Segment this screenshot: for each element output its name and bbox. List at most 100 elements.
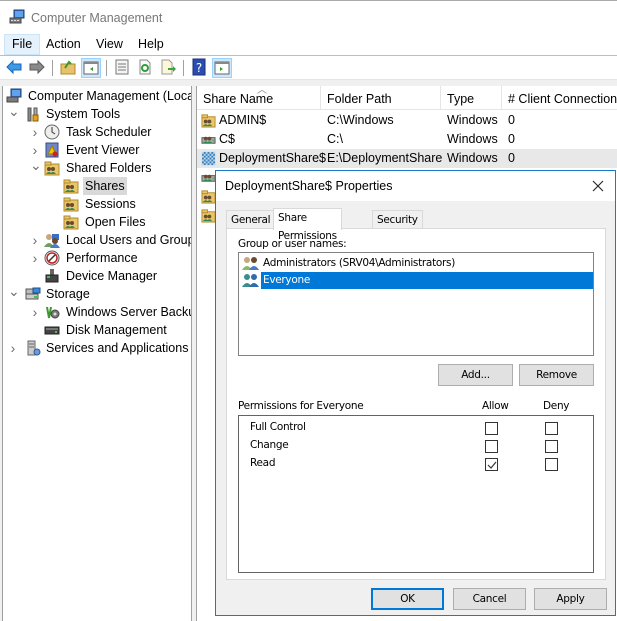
deny-checkbox[interactable] [545, 458, 558, 471]
tree-item-label: Local Users and Groups [66, 233, 192, 247]
chevron-right-icon[interactable]: › [30, 303, 40, 321]
table-row[interactable]: C$ C:\ Windows 0 [197, 130, 617, 149]
properties-icon [115, 59, 129, 75]
tree-item[interactable]: › Performance [3, 249, 191, 267]
users-group-icon [242, 274, 259, 287]
column-header-folder-path[interactable]: Folder Path [321, 86, 441, 110]
chevron-right-icon[interactable]: › [30, 123, 40, 141]
toolbar-separator [106, 60, 107, 76]
allow-checkbox[interactable] [485, 422, 498, 435]
tree-item-label: System Tools [46, 107, 121, 121]
chevron-right-icon[interactable]: › [30, 231, 40, 249]
chevron-right-icon[interactable]: › [8, 339, 18, 357]
tree-item[interactable]: › Windows Server Backup [3, 303, 192, 321]
help-icon: ? [192, 58, 206, 76]
tree-item-label: Windows Server Backup [66, 305, 192, 319]
device-manager-icon [45, 269, 59, 283]
checkmark-icon [487, 461, 497, 469]
tree-item[interactable]: › Local Users and Groups [3, 231, 192, 249]
deny-checkbox[interactable] [545, 440, 558, 453]
table-row[interactable]: ADMIN$ C:\Windows Windows 0 [197, 111, 617, 130]
users-listbox[interactable]: Administrators (SRV04\Administrators) Ev… [238, 252, 594, 356]
dialog-close-button[interactable] [587, 175, 609, 197]
export-list-button[interactable] [159, 58, 179, 78]
chevron-down-icon[interactable]: ⌄ [8, 104, 20, 123]
computer-management-icon [9, 9, 25, 24]
computer-management-icon [6, 88, 22, 103]
window-title: Computer Management [31, 11, 163, 25]
tree-item-label: Sessions [85, 197, 136, 211]
tree-item[interactable]: › Services and Applications [3, 339, 191, 357]
deny-checkbox[interactable] [545, 422, 558, 435]
list-header: ︿ Share Name Folder Path Type # Client C… [197, 86, 617, 110]
tree-item[interactable]: Device Manager [3, 267, 191, 285]
tree-item[interactable]: Open Files [3, 213, 191, 231]
chevron-down-icon[interactable]: ⌄ [8, 284, 20, 303]
tools-icon [27, 107, 39, 122]
backup-icon [46, 306, 60, 319]
console-tree[interactable]: Computer Management (Local ⌄ System Tools ›… [3, 86, 192, 621]
dialog-title-bar[interactable]: DeploymentShare$ Properties [216, 171, 615, 201]
toolbar-separator [183, 60, 184, 76]
tree-item-label: Open Files [85, 215, 146, 229]
allow-checkbox[interactable] [485, 458, 498, 471]
menu-bar: File Action View Help [0, 34, 617, 56]
column-header-client-connections[interactable]: # Client Connections [502, 86, 617, 110]
tree-item-label: Event Viewer [66, 143, 140, 157]
cell-path: E:\DeploymentShare [327, 151, 443, 165]
forward-button[interactable] [28, 58, 48, 78]
tab-security[interactable]: Security [372, 210, 423, 229]
cell-type: Windows [447, 151, 498, 165]
tree-item[interactable]: › Task Scheduler [3, 123, 191, 141]
allow-checkbox[interactable] [485, 440, 498, 453]
chevron-right-icon[interactable]: › [30, 249, 40, 267]
cell-connections: 0 [508, 132, 515, 146]
show-hide-console-tree-button[interactable] [81, 58, 101, 78]
show-hide-action-pane-button[interactable] [212, 58, 232, 78]
menu-file[interactable]: File [4, 34, 41, 55]
cancel-button[interactable]: Cancel [453, 588, 526, 610]
refresh-icon [139, 59, 151, 75]
tab-share-permissions[interactable]: Share Permissions [273, 208, 342, 242]
performance-icon [44, 250, 60, 266]
tree-item[interactable]: ⌄ Storage [3, 284, 191, 303]
up-one-level-button[interactable] [59, 58, 79, 78]
share-permissions-panel: Group or user names: Administrators (SRV… [226, 228, 606, 580]
tree-item[interactable]: Computer Management (Local [3, 87, 192, 105]
toolbar: ? [0, 56, 617, 80]
tree-item-label: Storage [46, 287, 90, 301]
tree-item[interactable]: ⌄ Shared Folders [3, 158, 191, 177]
ok-button[interactable]: OK [371, 588, 444, 610]
tree-item-label: Computer Management (Local [28, 89, 192, 103]
back-button[interactable] [5, 58, 25, 78]
table-row[interactable]: DeploymentShare$ E:\DeploymentShare Window… [197, 149, 617, 168]
properties-dialog: DeploymentShare$ Properties General Shar… [215, 170, 616, 616]
remove-button[interactable]: Remove [519, 364, 594, 386]
menu-action[interactable]: Action [39, 34, 88, 55]
tree-item[interactable]: Shares [3, 177, 191, 195]
tab-general[interactable]: General [226, 210, 276, 229]
clock-icon [44, 124, 60, 140]
permissions-for-label: Permissions for Everyone [238, 400, 364, 412]
shared-drive-icon [201, 174, 216, 182]
svg-text:?: ? [196, 61, 202, 75]
menu-help[interactable]: Help [131, 34, 171, 55]
properties-button[interactable] [113, 58, 133, 78]
column-header-type[interactable]: Type [441, 86, 502, 110]
event-viewer-icon [45, 142, 59, 158]
sort-ascending-icon: ︿ [257, 86, 267, 96]
chevron-down-icon[interactable]: ⌄ [30, 158, 42, 177]
tree-item[interactable]: Disk Management [3, 321, 191, 339]
help-button[interactable]: ? [190, 58, 210, 78]
tree-item-label: Shared Folders [66, 161, 152, 175]
tree-item[interactable]: ⌄ System Tools [3, 104, 191, 123]
export-list-icon [161, 59, 176, 75]
tree-item[interactable]: Sessions [3, 195, 191, 213]
menu-view[interactable]: View [89, 34, 130, 55]
add-button[interactable]: Add... [438, 364, 513, 386]
cell-name: C$ [219, 132, 235, 146]
shared-folder-icon [201, 190, 216, 204]
column-header-share-name[interactable]: ︿ Share Name [197, 86, 321, 110]
refresh-button[interactable] [136, 58, 156, 78]
apply-button[interactable]: Apply [534, 588, 607, 610]
